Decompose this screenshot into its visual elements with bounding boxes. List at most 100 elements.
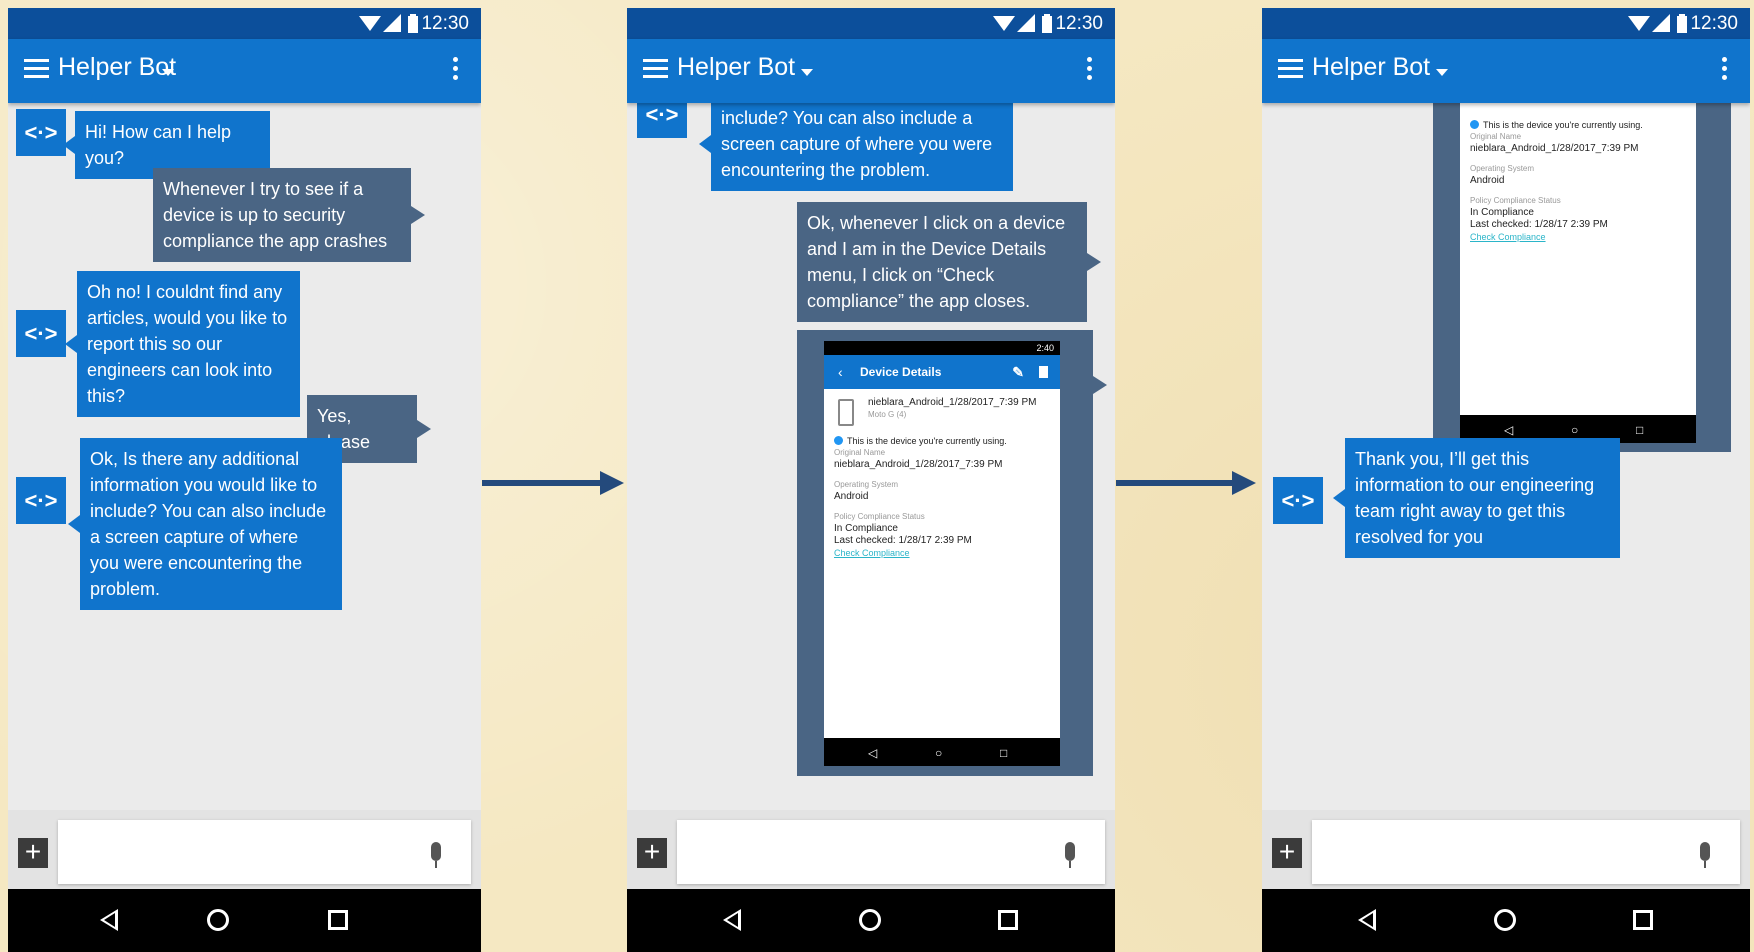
bot-avatar-icon: <·> [16,109,66,156]
check-compliance-link: Check Compliance [1470,232,1546,242]
status-time: 12:30 [421,13,469,34]
home-icon[interactable] [1494,909,1516,931]
chevron-down-icon[interactable] [162,69,174,76]
device-details-body: nieblara_Android_1/28/2017_7:39 PM Moto … [824,389,1060,567]
recents-icon[interactable] [1633,910,1653,930]
device-model: Moto G (4) [868,410,907,419]
back-icon: ◁ [868,746,878,760]
user-message: Whenever I try to see if a device is up … [153,168,425,262]
device-details-screen: 2:40 ‹ Device Details ✎ nieblara_Android… [824,341,1060,766]
recents-icon[interactable] [998,910,1018,930]
mini-nav-bar: ◁ ○ □ [824,738,1060,766]
chat-area[interactable]: <·> include? You can also include a scre… [627,103,1115,810]
status-bar: 12:30 [1262,8,1750,39]
bot-message: include? You can also include a screen c… [699,103,1013,191]
status-bar: 12:30 [8,8,481,39]
recents-icon[interactable] [328,910,348,930]
trash-icon [1039,366,1048,378]
app-title[interactable]: Helper Bot [58,53,176,82]
os-value: Android [1470,175,1505,186]
device-details-body: This is the device you're currently usin… [1460,103,1696,251]
phone-screen-1: 12:30 Helper Bot <·> Hi! How can I help … [8,8,481,952]
phone-icon [838,399,854,426]
status-time: 12:30 [1690,13,1738,34]
phone-screen-3: 12:30 Helper Bot This is the device you'… [1262,8,1750,952]
original-name-label: Original Name [834,448,886,457]
mic-icon[interactable] [429,842,443,872]
menu-icon[interactable] [643,59,668,79]
info-icon [1470,120,1479,129]
app-bar: Helper Bot [1262,39,1750,103]
bubble-tail [1093,376,1107,394]
mini-status-bar: 2:40 [824,341,1060,355]
os-label: Operating System [1470,164,1535,173]
policy-label: Policy Compliance Status [1470,196,1561,205]
back-icon: ◁ [1504,423,1514,437]
signal-icon [1652,14,1670,32]
wifi-icon [993,16,1015,31]
home-icon[interactable] [859,909,881,931]
bot-message: Thank you, I’ll get this information to … [1333,438,1620,558]
signal-icon [1017,14,1035,32]
app-title[interactable]: Helper Bot [677,53,795,82]
input-bar: + [1262,810,1750,889]
bot-message: Oh no! I couldnt find any articles, woul… [65,271,300,417]
add-attachment-button[interactable]: + [1272,838,1302,868]
back-chevron-icon: ‹ [838,364,843,380]
more-options-icon[interactable] [1722,57,1728,84]
battery-icon [1677,14,1687,33]
bot-avatar-icon: <·> [637,103,687,138]
policy-label: Policy Compliance Status [834,512,925,521]
message-input[interactable] [58,820,471,884]
user-message: Ok, whenever I click on a device and I a… [797,202,1101,322]
back-icon[interactable] [100,909,118,931]
chat-area[interactable]: <·> Hi! How can I help you? Whenever I t… [8,103,481,810]
policy-value: In Compliance [834,523,898,534]
os-label: Operating System [834,480,899,489]
screenshot-attachment[interactable]: This is the device you're currently usin… [1433,103,1731,452]
add-attachment-button[interactable]: + [18,838,48,868]
message-input[interactable] [1312,820,1740,884]
system-nav-bar [627,889,1115,952]
device-row: nieblara_Android_1/28/2017_7:39 PM Moto … [834,397,1050,431]
chevron-down-icon[interactable] [1436,69,1448,76]
mini-app-bar: ‹ Device Details ✎ [824,355,1060,389]
battery-icon [1042,14,1052,33]
wifi-icon [1628,16,1650,31]
signal-icon [383,14,401,32]
menu-icon[interactable] [24,59,49,79]
current-device-note: This is the device you're currently usin… [834,435,1050,447]
bot-avatar-icon: <·> [16,310,66,357]
battery-icon [408,14,418,33]
wifi-icon [359,16,381,31]
device-details-title: Device Details [860,365,942,379]
app-bar: Helper Bot [8,39,481,103]
info-icon [834,436,843,445]
chat-area[interactable]: This is the device you're currently usin… [1262,103,1750,810]
status-bar: 12:30 [627,8,1115,39]
recents-icon: □ [1000,746,1008,760]
chevron-down-icon[interactable] [801,69,813,76]
back-icon[interactable] [1358,909,1376,931]
last-checked: Last checked: 1/28/17 2:39 PM [1470,219,1608,230]
original-name-label: Original Name [1470,132,1522,141]
back-icon[interactable] [723,909,741,931]
current-device-note: This is the device you're currently usin… [1470,119,1686,131]
home-icon: ○ [1571,423,1579,437]
app-title[interactable]: Helper Bot [1312,53,1430,82]
more-options-icon[interactable] [1087,57,1093,84]
menu-icon[interactable] [1278,59,1303,79]
message-input[interactable] [677,820,1105,884]
system-nav-bar [1262,889,1750,952]
mic-icon[interactable] [1063,842,1077,872]
add-attachment-button[interactable]: + [637,838,667,868]
mic-icon[interactable] [1698,842,1712,872]
more-options-icon[interactable] [453,57,459,84]
last-checked: Last checked: 1/28/17 2:39 PM [834,535,972,546]
bot-message: Ok, Is there any additional information … [68,438,342,610]
home-icon[interactable] [207,909,229,931]
screenshot-attachment[interactable]: 2:40 ‹ Device Details ✎ nieblara_Android… [797,330,1107,776]
input-bar: + [627,810,1115,889]
original-name-value: nieblara_Android_1/28/2017_7:39 PM [1470,143,1639,154]
recents-icon: □ [1636,423,1644,437]
